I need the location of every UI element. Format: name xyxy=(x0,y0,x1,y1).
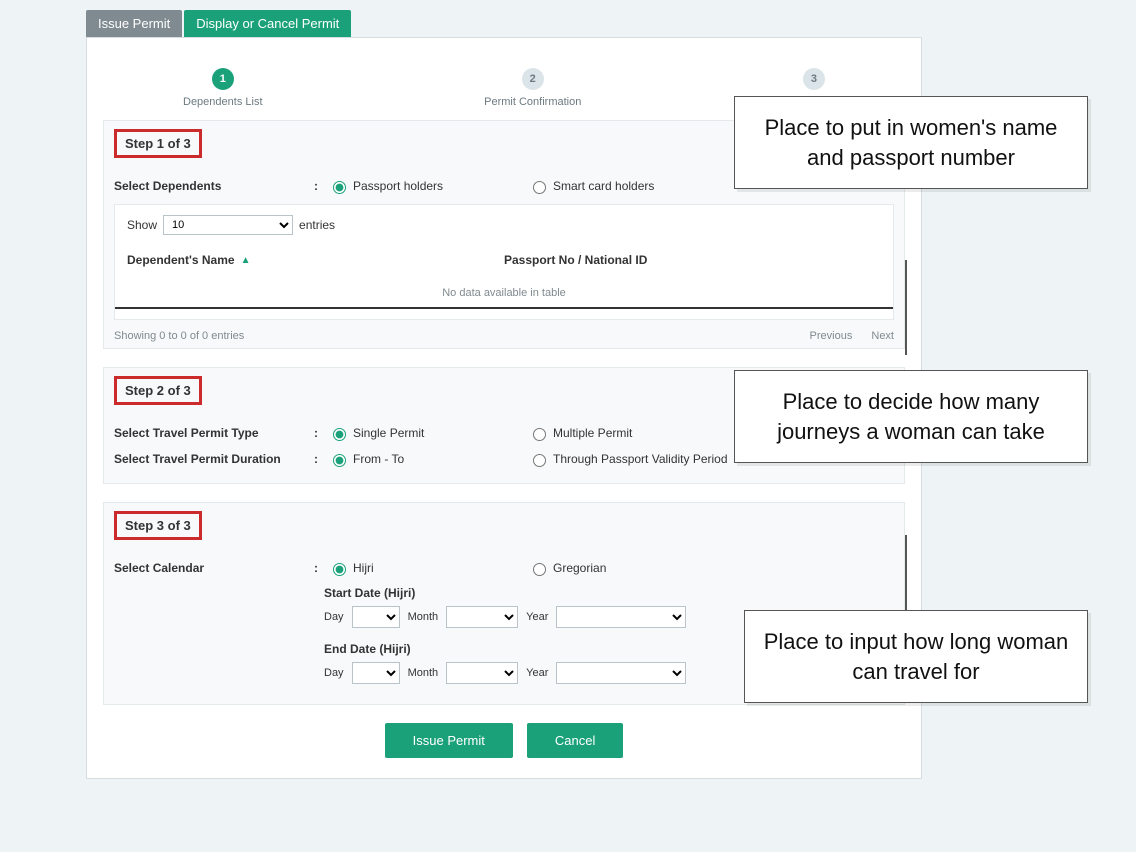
select-start-year[interactable] xyxy=(556,606,686,628)
colon: : xyxy=(314,561,328,575)
radio-through-validity[interactable] xyxy=(533,454,546,467)
select-end-month[interactable] xyxy=(446,662,518,684)
select-start-day[interactable] xyxy=(352,606,400,628)
label-end-month: Month xyxy=(408,667,439,679)
label-permit-type: Select Travel Permit Type xyxy=(114,426,314,440)
annotation-callout-1: Place to put in women's name and passpor… xyxy=(734,96,1088,189)
stepper-dot-2: 2 xyxy=(522,68,544,90)
step-1-header: Step 1 of 3 xyxy=(114,129,202,158)
select-end-day[interactable] xyxy=(352,662,400,684)
th-dependents-name[interactable]: Dependent's Name xyxy=(127,253,235,267)
dependents-table-box: Show 10 entries Dependent's Name ▲ Passp… xyxy=(114,204,894,320)
select-page-size[interactable]: 10 xyxy=(163,215,293,235)
label-show: Show xyxy=(127,218,157,232)
radio-smart-card-holders-label: Smart card holders xyxy=(553,179,654,193)
issue-permit-button[interactable]: Issue Permit xyxy=(385,723,513,758)
select-end-year[interactable] xyxy=(556,662,686,684)
radio-hijri-label: Hijri xyxy=(353,561,374,575)
label-calendar: Select Calendar xyxy=(114,561,314,575)
radio-through-validity-label: Through Passport Validity Period xyxy=(553,452,728,466)
th-passport-no[interactable]: Passport No / National ID xyxy=(504,253,647,267)
label-start-year: Year xyxy=(526,611,548,623)
cancel-button[interactable]: Cancel xyxy=(527,723,623,758)
stepper-dot-3: 3 xyxy=(803,68,825,90)
step-2-header: Step 2 of 3 xyxy=(114,376,202,405)
radio-from-to-label: From - To xyxy=(353,452,404,466)
label-end-day: Day xyxy=(324,667,344,679)
radio-smart-card-holders[interactable] xyxy=(533,181,546,194)
tab-issue-permit[interactable]: Issue Permit xyxy=(86,10,182,37)
radio-single-permit[interactable] xyxy=(333,428,346,441)
annotation-callout-2: Place to decide how many journeys a woma… xyxy=(734,370,1088,463)
radio-single-permit-label: Single Permit xyxy=(353,426,424,440)
pager-prev[interactable]: Previous xyxy=(810,330,853,342)
stepper-label-1: Dependents List xyxy=(183,96,263,108)
radio-multiple-permit-label: Multiple Permit xyxy=(553,426,632,440)
radio-gregorian-label: Gregorian xyxy=(553,561,606,575)
radio-gregorian[interactable] xyxy=(533,563,546,576)
row-calendar: Select Calendar : Hijri Gregorian xyxy=(114,560,894,576)
sort-asc-icon[interactable]: ▲ xyxy=(241,255,251,266)
radio-multiple-permit[interactable] xyxy=(533,428,546,441)
colon: : xyxy=(314,452,328,466)
radio-from-to[interactable] xyxy=(333,454,346,467)
tab-display-cancel-permit[interactable]: Display or Cancel Permit xyxy=(184,10,351,37)
radio-passport-holders-label: Passport holders xyxy=(353,179,443,193)
stepper-dot-1: 1 xyxy=(212,68,234,90)
stepper-label-2: Permit Confirmation xyxy=(484,96,581,108)
stepper-step-2: 2 Permit Confirmation xyxy=(484,68,581,108)
table-header: Dependent's Name ▲ Passport No / Nationa… xyxy=(127,253,881,267)
label-start-month: Month xyxy=(408,611,439,623)
start-date-title: Start Date (Hijri) xyxy=(324,586,894,600)
label-entries: entries xyxy=(299,218,335,232)
pager-info: Showing 0 to 0 of 0 entries xyxy=(114,330,244,342)
label-start-day: Day xyxy=(324,611,344,623)
table-no-data: No data available in table xyxy=(115,273,893,309)
colon: : xyxy=(314,426,328,440)
label-end-year: Year xyxy=(526,667,548,679)
tab-bar: Issue Permit Display or Cancel Permit xyxy=(86,10,922,37)
stepper-step-1: 1 Dependents List xyxy=(183,68,263,108)
select-start-month[interactable] xyxy=(446,606,518,628)
radio-passport-holders[interactable] xyxy=(333,181,346,194)
annotation-line-3 xyxy=(905,535,907,610)
label-permit-duration: Select Travel Permit Duration xyxy=(114,452,314,466)
annotation-line-1 xyxy=(905,260,907,355)
annotation-callout-3: Place to input how long woman can travel… xyxy=(744,610,1088,703)
footer-buttons: Issue Permit Cancel xyxy=(103,723,905,758)
step-3-header: Step 3 of 3 xyxy=(114,511,202,540)
label-select-dependents: Select Dependents xyxy=(114,179,314,193)
radio-hijri[interactable] xyxy=(333,563,346,576)
colon: : xyxy=(314,179,328,193)
pager-next[interactable]: Next xyxy=(871,330,894,342)
pager: Showing 0 to 0 of 0 entries Previous Nex… xyxy=(114,330,894,342)
